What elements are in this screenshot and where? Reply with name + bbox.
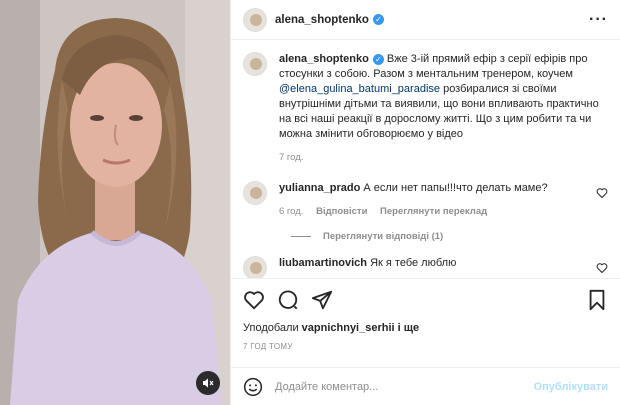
comments-list[interactable]: alena_shoptenko ✓ Вже 3-ій прямий ефір з …: [231, 40, 620, 278]
comment-text: А если нет папы!!!что делать маме?: [363, 182, 548, 194]
caption-avatar[interactable]: [243, 52, 267, 76]
reply-button[interactable]: Відповісти: [316, 206, 367, 217]
comment-time[interactable]: 6 год.: [279, 206, 303, 217]
comment-button[interactable]: [277, 289, 299, 311]
author-avatar[interactable]: [243, 7, 267, 32]
translate-button[interactable]: Переглянути переклад: [380, 206, 487, 217]
comment-like-heart-icon[interactable]: [596, 187, 608, 199]
verified-badge-icon: ✓: [372, 53, 384, 65]
bookmark-icon: [589, 289, 605, 310]
comment-username[interactable]: liubamartinovich: [279, 257, 367, 269]
comment-like-heart-icon[interactable]: [596, 262, 608, 274]
view-replies-label: Переглянути відповіді (1): [323, 231, 444, 242]
post-timestamp[interactable]: 7 ГОД ТОМУ: [243, 342, 293, 351]
add-comment-bar: Опублікувати: [231, 367, 620, 405]
video-frame-illustration: [0, 0, 230, 405]
comment-text: Як я тебе люблю: [370, 257, 457, 269]
verified-badge-icon: ✓: [372, 14, 384, 25]
comment-item: liubamartinovich Як я тебе люблю: [243, 256, 608, 278]
comment-bubble-icon: [278, 290, 298, 309]
post-video[interactable]: [0, 0, 230, 405]
post-side-panel: alena_shoptenko ✓ ··· alena_shoptenko ✓ В…: [230, 0, 620, 405]
likes-prefix: Уподобали: [243, 322, 302, 334]
save-button[interactable]: [586, 289, 608, 311]
more-horizontal-icon[interactable]: ···: [589, 11, 608, 29]
author-username[interactable]: alena_shoptenko: [275, 14, 369, 26]
commenter-avatar[interactable]: [243, 181, 267, 205]
comment-input[interactable]: [275, 380, 534, 393]
emoji-smiley-icon[interactable]: [243, 377, 263, 397]
caption-time[interactable]: 7 год.: [279, 152, 303, 163]
caption-meta: 7 год.: [279, 150, 608, 165]
comment-meta: 6 год. Відповісти Переглянути переклад: [279, 204, 588, 219]
like-button[interactable]: [243, 289, 265, 311]
likes-others-link[interactable]: і ще: [395, 322, 420, 334]
caption: alena_shoptenko ✓ Вже 3-ій прямий ефір з …: [243, 52, 608, 165]
caption-mention-link[interactable]: @elena_gulina_batumi_paradise: [279, 83, 440, 95]
view-replies-button[interactable]: Переглянути відповіді (1): [291, 231, 608, 242]
mute-button[interactable]: [196, 371, 220, 395]
post-header: alena_shoptenko ✓ ···: [231, 0, 620, 40]
post-actions-bar: [231, 278, 620, 320]
share-button[interactable]: [311, 289, 333, 311]
likes-user-link[interactable]: vapnichnyi_serhii: [302, 322, 395, 334]
comment-item: yulianna_prado А если нет папы!!!что дел…: [243, 181, 608, 219]
caption-username[interactable]: alena_shoptenko: [279, 53, 369, 65]
heart-icon: [244, 290, 264, 309]
comment-username[interactable]: yulianna_prado: [279, 182, 360, 194]
muted-speaker-icon: [203, 378, 214, 388]
send-paper-plane-icon: [311, 290, 333, 309]
publish-button[interactable]: Опублікувати: [534, 381, 608, 393]
commenter-avatar[interactable]: [243, 256, 267, 278]
likes-summary: Уподобали vapnichnyi_serhii і ще: [243, 322, 419, 334]
replies-divider-line: [291, 236, 311, 237]
